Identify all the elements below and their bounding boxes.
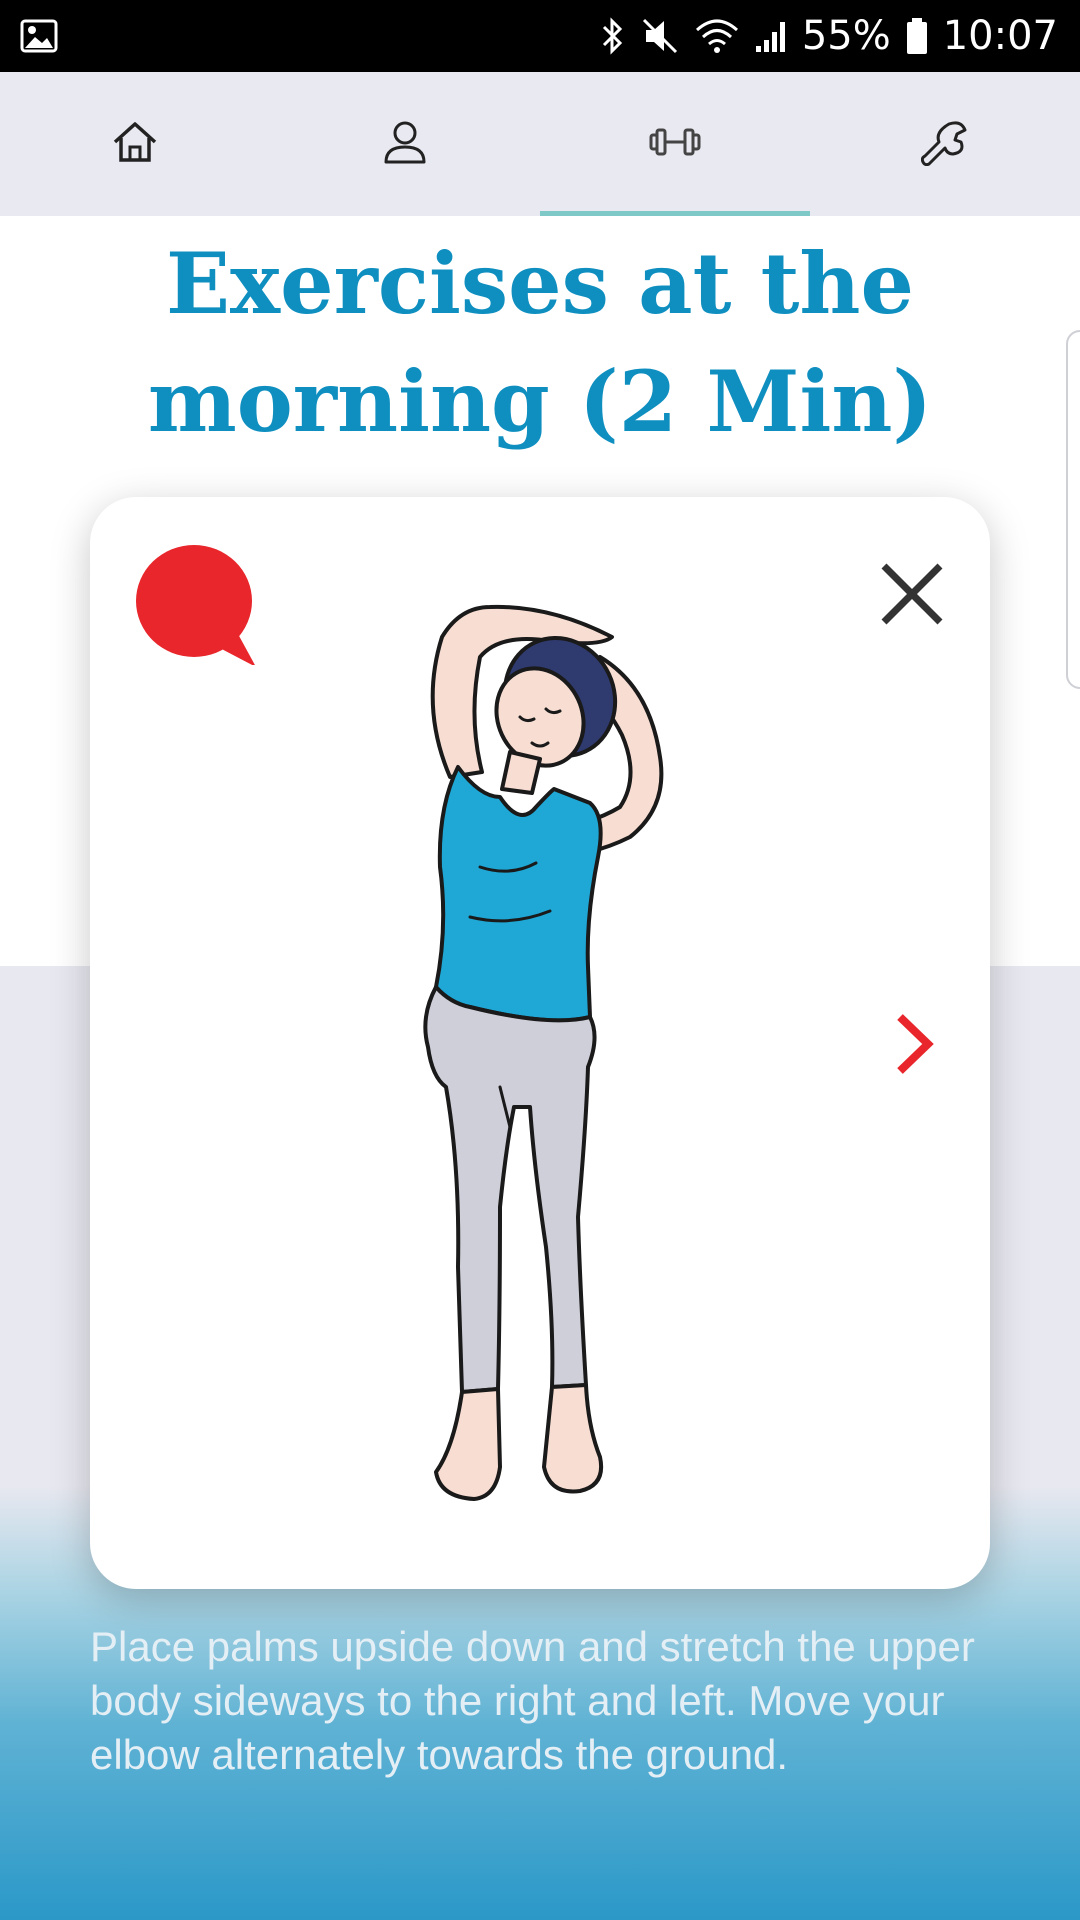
page-title: Exercises at the morning (2 Min): [147, 234, 933, 451]
speech-bubble-button[interactable]: [136, 545, 256, 667]
tab-exercises[interactable]: [540, 72, 810, 216]
exercise-card: [90, 497, 990, 1589]
exercise-description: Place palms upside down and stretch the …: [90, 1623, 975, 1778]
mute-icon: [640, 16, 680, 56]
speech-bubble-icon: [136, 545, 256, 669]
clock: 10:07: [942, 13, 1058, 59]
wifi-icon: [694, 16, 740, 56]
dumbbell-icon: [649, 122, 701, 166]
signal-icon: [754, 18, 788, 54]
bluetooth-icon: [600, 16, 626, 56]
next-exercise-button[interactable]: [890, 1009, 940, 1079]
exercise-illustration: [350, 567, 730, 1527]
gallery-icon: [20, 19, 58, 53]
close-icon: [880, 563, 944, 630]
chevron-right-icon: [890, 1014, 940, 1083]
close-button[interactable]: [880, 562, 944, 626]
wrench-icon: [920, 118, 969, 170]
tab-settings[interactable]: [810, 72, 1080, 216]
tab-home[interactable]: [0, 72, 270, 216]
battery-percent: 55%: [801, 13, 891, 59]
tab-bar: [0, 72, 1080, 216]
tab-profile[interactable]: [270, 72, 540, 216]
status-bar: 55% 10:07: [0, 0, 1080, 72]
user-icon: [383, 119, 427, 169]
home-icon: [112, 120, 158, 168]
battery-icon: [905, 16, 929, 56]
